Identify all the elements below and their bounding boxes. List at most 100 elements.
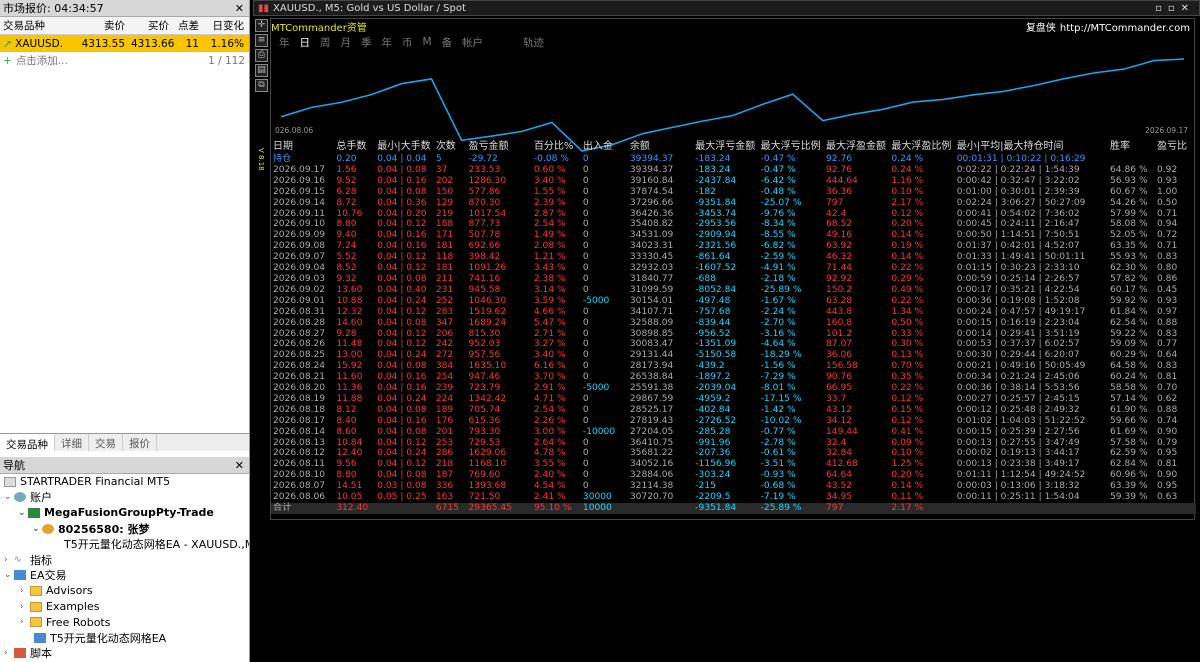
table-cell: 0.88	[1157, 404, 1178, 415]
tab-trading[interactable]: 交易	[89, 434, 123, 451]
tree-expert-advisors[interactable]: ⌄ EA交易	[0, 568, 249, 584]
chevron-right-icon[interactable]: ›	[4, 648, 14, 658]
tree-attached-ea[interactable]: T5开元量化动态网格EA - XAUUSD.,M	[0, 536, 249, 552]
table-cell: 46.32	[826, 252, 853, 263]
table-cell: 62.54 %	[1110, 317, 1148, 328]
col-change[interactable]: 日变化	[202, 18, 247, 33]
period-tab[interactable]: 季	[361, 35, 372, 50]
table-cell: 9.40	[336, 230, 357, 241]
table-cell: 32884.06	[629, 470, 674, 481]
table-cell: 12.32	[336, 306, 363, 317]
col-bid[interactable]: 卖价	[78, 18, 128, 33]
market-watch-header: 交易品种 卖价 买价 点差 日变化	[0, 17, 249, 35]
tab-symbols[interactable]: 交易品种	[0, 434, 55, 451]
table-cell: -0.47 %	[760, 164, 796, 175]
table-cell: 0.20 %	[891, 219, 924, 230]
tree-examples[interactable]: › Examples	[0, 599, 249, 615]
table-cell: 188	[435, 219, 454, 230]
crosshair-icon[interactable]: ✛	[255, 19, 268, 32]
chart-window[interactable]: ▮▮ XAUUSD., M5: Gold vs US Dollar / Spot…	[253, 0, 1200, 662]
table-cell: 57.82 %	[1110, 273, 1148, 284]
site-url[interactable]: http://MTCommander.com	[1060, 23, 1190, 34]
table-cell: 10000	[580, 503, 628, 514]
tree-advisors[interactable]: › Advisors	[0, 583, 249, 599]
table-row: 2026.09.10 8.80 0.04 | 0.12 188 877.73 2.54 %…	[271, 219, 1196, 230]
table-cell: -18.29 %	[760, 350, 802, 361]
tab-details[interactable]: 详细	[55, 434, 89, 451]
copy-icon[interactable]: ⧉	[255, 79, 268, 92]
tab-ticks[interactable]: 报价	[123, 434, 157, 451]
col-ask[interactable]: 买价	[128, 18, 172, 33]
period-tab[interactable]: 周	[320, 35, 331, 50]
period-tab[interactable]: 轨迹	[523, 35, 544, 50]
chevron-right-icon[interactable]: ›	[20, 602, 30, 612]
period-tab[interactable]: 币	[402, 35, 413, 50]
save-icon[interactable]: ▤	[255, 64, 268, 77]
chevron-right-icon[interactable]: ›	[20, 617, 30, 627]
period-tab[interactable]: 年	[382, 35, 393, 50]
table-cell: 59.09 %	[1110, 339, 1148, 350]
table-cell: 8.40	[336, 415, 357, 426]
header-right: 复盘侠 http://MTCommander.com	[1026, 19, 1190, 34]
table-cell: 202	[435, 175, 454, 186]
menu-icon[interactable]: ≡	[255, 34, 268, 47]
table-cell: 252	[435, 295, 454, 306]
chevron-down-icon[interactable]: ⌄	[18, 508, 28, 518]
table-cell: 13.60	[336, 284, 363, 295]
chevron-down-icon[interactable]: ⌄	[32, 524, 42, 534]
table-cell: -1607.52	[695, 263, 737, 274]
chevron-right-icon[interactable]: ›	[4, 555, 14, 565]
table-cell: 2.26 %	[533, 415, 566, 426]
add-symbol-row[interactable]: + 点击添加... 1 / 112	[0, 52, 249, 69]
share-label[interactable]: 复盘侠	[1026, 23, 1056, 34]
chevron-down-icon[interactable]: ⌄	[4, 492, 14, 502]
table-cell: 9.52	[336, 175, 357, 186]
table-cell: 胜率	[1110, 141, 1131, 153]
tree-ea-item[interactable]: T5开元量化动态网格EA	[0, 630, 249, 646]
table-cell: 0.90	[1157, 426, 1178, 437]
close-icon[interactable]: ✕	[235, 459, 244, 472]
table-cell: 92.76	[826, 164, 853, 175]
close-icon[interactable]: ✕	[235, 2, 244, 15]
table-cell: 721.50	[468, 492, 501, 503]
table-cell: 0	[582, 186, 589, 197]
chevron-right-icon[interactable]: ›	[20, 586, 30, 596]
tree-account[interactable]: ⌄ 80256580: 张梦	[0, 521, 249, 537]
table-cell: 0.04 | 0.20	[377, 208, 427, 219]
chevron-down-icon[interactable]: ⌄	[4, 570, 14, 580]
tree-scripts[interactable]: › 脚本	[0, 646, 249, 662]
period-tab[interactable]: M	[423, 36, 432, 48]
table-cell: 0:00:02 | 0:19:13 | 3:44:17	[956, 448, 1080, 459]
table-cell: 28173.94	[629, 361, 674, 372]
print-icon[interactable]: ⎙	[255, 49, 268, 62]
period-tab[interactable]: 月	[341, 35, 352, 50]
table-cell: 1689.24	[468, 317, 507, 328]
period-tab[interactable]: 日	[300, 35, 311, 50]
period-tab[interactable]: 年	[279, 35, 290, 50]
table-cell: 62.59 %	[1110, 448, 1148, 459]
tree-server[interactable]: ⌄ MegaFusionGroupPty-Trade	[0, 505, 249, 521]
table-cell: 1393.68	[468, 481, 507, 492]
plus-icon: +	[3, 54, 12, 67]
table-cell: 2026.09.11	[273, 208, 326, 219]
table-cell: 957.56	[468, 350, 501, 361]
table-cell: 0:00:42 | 0:32:47 | 3:22:02	[956, 175, 1080, 186]
table-cell: -10000	[582, 426, 616, 437]
period-tab[interactable]: 帐户	[462, 35, 483, 50]
period-tab[interactable]: 备	[442, 35, 453, 50]
table-cell: 0:00:11 | 0:25:11 | 1:54:04	[956, 492, 1080, 503]
col-symbol[interactable]: 交易品种	[0, 18, 78, 33]
window-buttons[interactable]: ▫▫✕	[1155, 3, 1195, 14]
tree-indicators[interactable]: › ∿ 指标	[0, 552, 249, 568]
symbol-row[interactable]: ↗ XAUUSD. 4313.55 4313.66 11 1.16%	[0, 35, 249, 52]
tree-broker[interactable]: STARTRADER Financial MT5	[0, 474, 249, 490]
table-cell: 92.76	[826, 154, 853, 164]
table-cell: 1629.06	[468, 448, 507, 459]
table-cell: 3.40 %	[533, 350, 566, 361]
tree-free-robots[interactable]: › Free Robots	[0, 614, 249, 630]
tree-accounts[interactable]: ⌄ 账户	[0, 490, 249, 506]
spread-cell: 11	[185, 37, 199, 50]
daily-stats-table: 日期 总手数 最小|大手数 次数 盈亏金额 百分比% 出入金 余额 最大浮亏金额 最大浮亏比例 最大…	[271, 141, 1196, 514]
table-cell: 2.87 %	[533, 208, 566, 219]
col-spread[interactable]: 点差	[172, 18, 202, 33]
